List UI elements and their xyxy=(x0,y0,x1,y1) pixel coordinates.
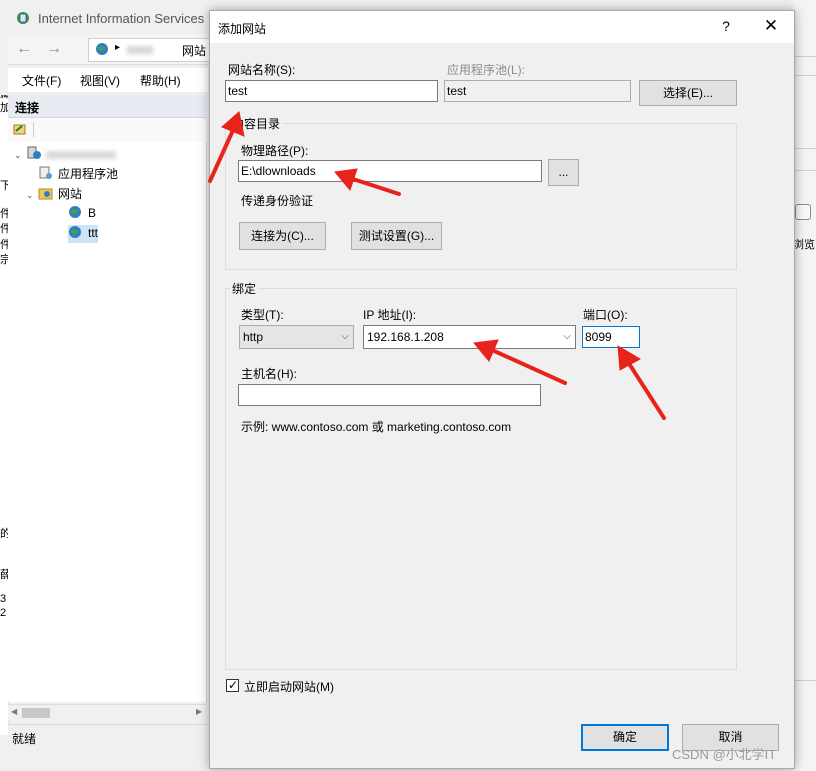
ip-address-value: 192.168.1.208 xyxy=(367,330,444,344)
binding-type-value: http xyxy=(243,330,264,344)
pass-through-auth-label: 传递身份验证 xyxy=(241,194,314,208)
checkmark-icon: ✓ xyxy=(228,678,239,692)
ip-address-select[interactable]: 192.168.1.208 ⌵ xyxy=(363,325,576,349)
divider xyxy=(793,56,816,57)
chevron-down-icon[interactable]: ⌄ xyxy=(26,190,38,201)
globe-icon xyxy=(96,43,108,55)
forward-arrow-icon[interactable]: → xyxy=(42,38,66,60)
scroll-left-icon[interactable]: ◀ xyxy=(11,707,17,716)
connections-tree: ⌄ 应用程序池 ⌄ 网站 B ttt xyxy=(8,142,207,702)
iis-menu-bar: 文件(F) 视图(V) 帮助(H) xyxy=(8,68,208,92)
iis-title: Internet Information Services xyxy=(38,11,205,26)
scroll-right-icon[interactable]: ▶ xyxy=(196,707,202,716)
ok-button[interactable]: 确定 xyxy=(581,724,669,751)
divider xyxy=(793,148,816,149)
app-pool-field: test xyxy=(444,80,631,102)
watermark: CSDN @小北学IT xyxy=(672,747,777,762)
content-directory-title: 内容目录 xyxy=(230,115,283,132)
chevron-down-icon: ⌵ xyxy=(341,331,349,342)
tree-label: B xyxy=(88,206,97,220)
server-icon xyxy=(27,146,41,159)
browse-action-label[interactable]: 浏览 xyxy=(793,236,815,252)
tree-sites[interactable]: ⌄ 网站 xyxy=(26,185,82,203)
tree-server-node[interactable]: ⌄ xyxy=(14,146,116,164)
start-immediately-label[interactable]: 立即启动网站(M) xyxy=(244,678,334,695)
chevron-down-icon[interactable]: ⌄ xyxy=(14,150,26,161)
physical-path-input[interactable]: E:\dlownloads xyxy=(238,160,542,182)
menu-view[interactable]: 视图(V) xyxy=(80,72,120,89)
tree-app-pools[interactable]: 应用程序池 xyxy=(38,165,118,183)
divider xyxy=(793,680,816,681)
start-immediately-checkbox[interactable]: ✓ xyxy=(226,678,239,692)
binding-type-label: 类型(T): xyxy=(241,308,284,322)
globe-icon xyxy=(69,206,81,218)
actions-pane-edge: 浏览 xyxy=(793,0,816,771)
status-text: 就绪 xyxy=(12,732,37,746)
edge-text: 2 xyxy=(0,607,7,619)
connections-toolbar xyxy=(8,118,206,143)
browse-icon[interactable] xyxy=(795,204,811,220)
tree-label: 应用程序池 xyxy=(58,167,119,181)
select-app-pool-button[interactable]: 选择(E)... xyxy=(639,80,737,106)
iis-title-bar: Internet Information Services xyxy=(8,6,218,30)
iis-app-icon xyxy=(17,12,29,24)
help-icon[interactable]: ? xyxy=(718,18,734,34)
binding-type-select[interactable]: http ⌵ xyxy=(239,325,354,349)
scroll-thumb[interactable] xyxy=(22,708,50,718)
tree-site-ttt[interactable]: ttt xyxy=(68,225,99,243)
blurred-server-label xyxy=(46,150,116,159)
toolbar-divider xyxy=(33,122,34,137)
new-connection-icon[interactable] xyxy=(13,122,27,136)
status-bar: 就绪 xyxy=(8,724,208,747)
hostname-label: 主机名(H): xyxy=(241,367,297,381)
address-bar[interactable]: ▸ 网站 xyxy=(88,38,215,62)
dialog-title: 添加网站 xyxy=(218,22,267,36)
hostname-example: 示例: www.contoso.com 或 marketing.contoso.… xyxy=(241,420,512,434)
globe-icon xyxy=(69,226,81,238)
chevron-down-icon: ⌵ xyxy=(563,331,571,342)
edge-text: 3 xyxy=(0,593,7,605)
physical-path-label: 物理路径(P): xyxy=(241,144,309,158)
menu-file[interactable]: 文件(F) xyxy=(22,72,61,89)
breadcrumb-sites[interactable]: 网站 xyxy=(182,42,206,59)
divider xyxy=(793,75,816,76)
address-bar-area: ← → ▸ 网站 xyxy=(8,34,215,65)
site-name-label: 网站名称(S): xyxy=(228,63,296,77)
dialog-title-bar: 添加网站 ? ✕ xyxy=(210,11,794,43)
browse-folder-button[interactable]: ... xyxy=(548,159,579,186)
close-icon[interactable]: ✕ xyxy=(762,16,780,36)
menu-help[interactable]: 帮助(H) xyxy=(140,72,181,89)
add-website-dialog: 添加网站 ? ✕ 网站名称(S): test 应用程序池(L): test 选择… xyxy=(209,10,795,769)
test-settings-button[interactable]: 测试设置(G)... xyxy=(351,222,442,250)
connections-header: 连接 xyxy=(8,95,206,118)
binding-title: 绑定 xyxy=(230,280,259,297)
tree-horizontal-scrollbar[interactable]: ◀ ▶ xyxy=(8,704,206,721)
app-pool-icon xyxy=(39,166,52,179)
tree-site-b[interactable]: B xyxy=(68,205,96,223)
tree-label: ttt xyxy=(88,226,99,240)
ip-address-label: IP 地址(I): xyxy=(363,308,417,322)
connections-title: 连接 xyxy=(15,101,40,115)
site-name-input[interactable]: test xyxy=(225,80,438,102)
app-pool-label: 应用程序池(L): xyxy=(447,63,526,77)
connect-as-button[interactable]: 连接为(C)... xyxy=(239,222,326,250)
port-input[interactable]: 8099 xyxy=(582,326,640,348)
tree-label: 网站 xyxy=(58,187,83,201)
back-arrow-icon[interactable]: ← xyxy=(12,38,36,60)
hostname-input[interactable] xyxy=(238,384,541,406)
breadcrumb-separator-icon: ▸ xyxy=(115,42,121,53)
divider xyxy=(793,170,816,171)
blurred-server-name xyxy=(127,46,153,54)
folder-icon xyxy=(38,188,53,200)
port-label: 端口(O): xyxy=(583,308,628,322)
